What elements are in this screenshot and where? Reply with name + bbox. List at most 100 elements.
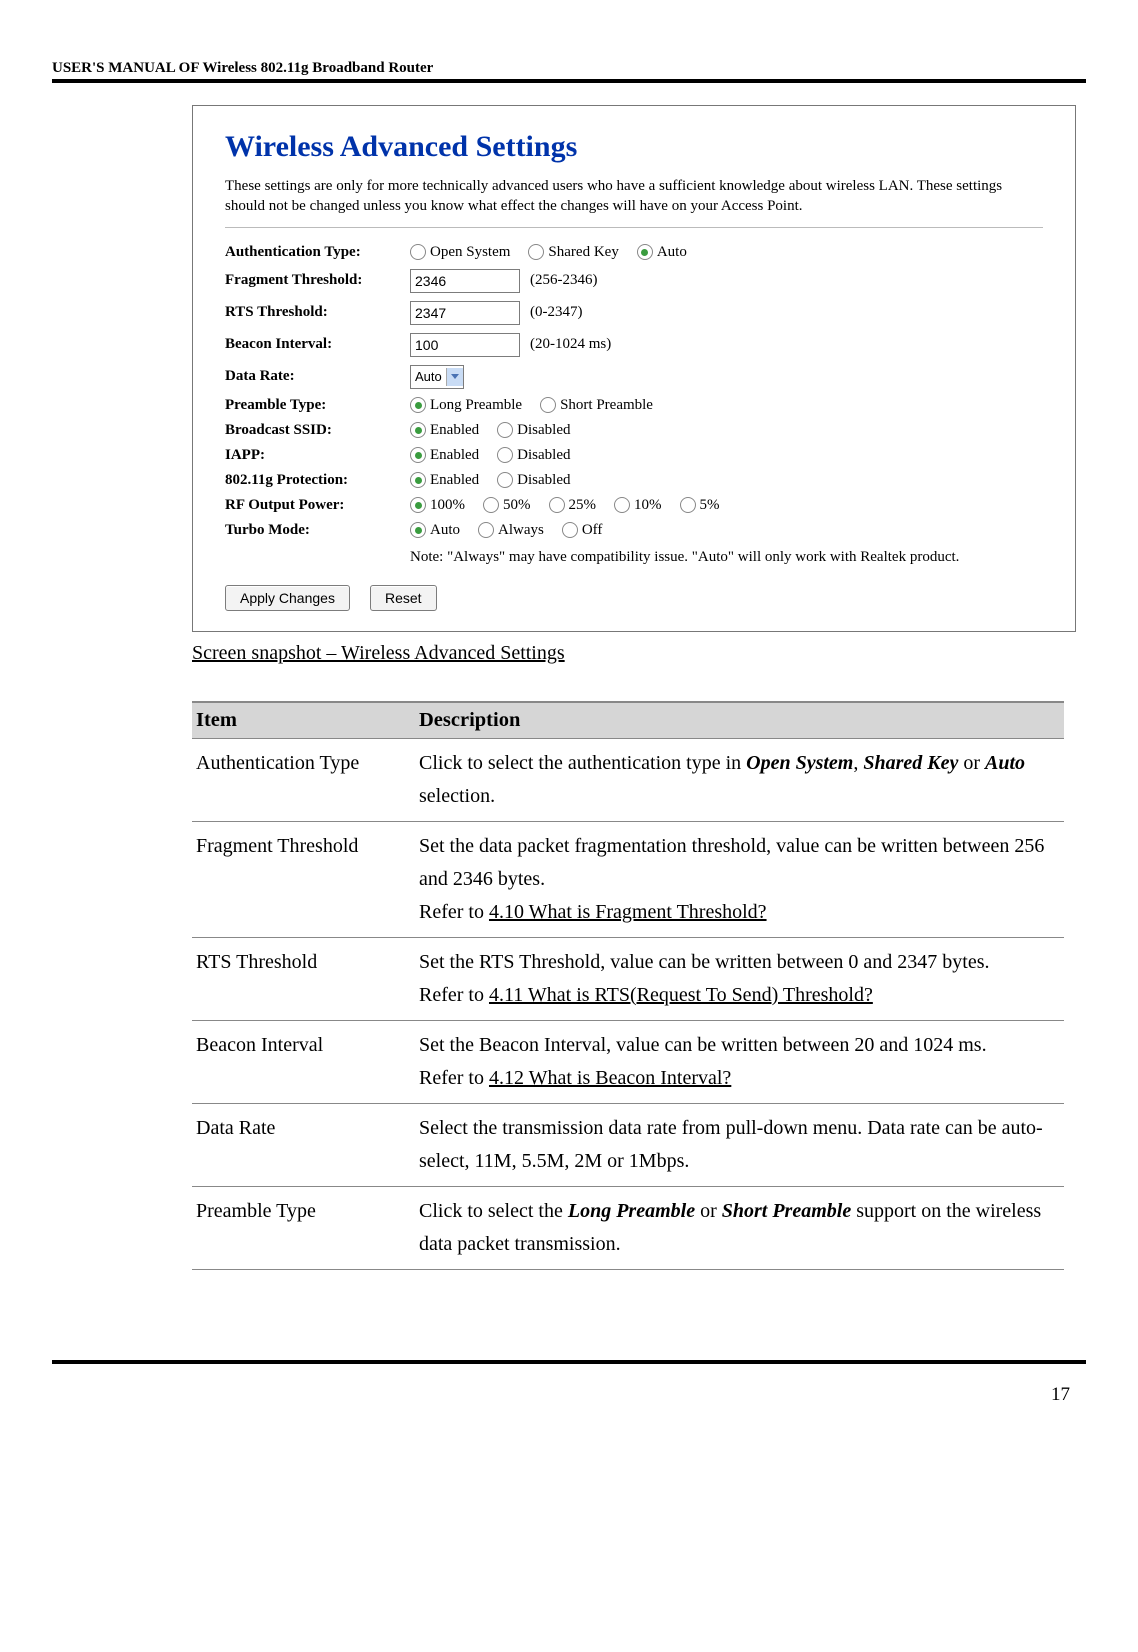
turbo-note: Note: "Always" may have compatibility is… xyxy=(410,547,1043,567)
table-row: Fragment ThresholdSet the data packet fr… xyxy=(192,821,1064,937)
apply-changes-button[interactable]: Apply Changes xyxy=(225,585,350,611)
chevron-down-icon xyxy=(446,368,463,386)
radio-label-turbo-auto: Auto xyxy=(430,522,460,539)
range-rts-threshold: (0-2347) xyxy=(530,304,583,321)
table-row: Beacon IntervalSet the Beacon Interval, … xyxy=(192,1020,1064,1103)
radio-label-open-system: Open System xyxy=(430,244,510,261)
radio-rf-25[interactable] xyxy=(549,497,565,513)
radio-rf-5[interactable] xyxy=(680,497,696,513)
table-row: RTS ThresholdSet the RTS Threshold, valu… xyxy=(192,937,1064,1020)
label-data-rate: Data Rate: xyxy=(225,368,410,385)
row-preamble-type: Preamble Type: Long Preamble Short Pream… xyxy=(225,397,1043,414)
radio-label-ssid-disabled: Disabled xyxy=(517,422,570,439)
radio-label-protection-disabled: Disabled xyxy=(517,472,570,489)
table-cell-item: Data Rate xyxy=(192,1103,415,1186)
radio-rf-100[interactable] xyxy=(410,497,426,513)
range-beacon-interval: (20-1024 ms) xyxy=(530,336,611,353)
radio-shared-key[interactable] xyxy=(528,244,544,260)
row-authentication-type: Authentication Type: Open System Shared … xyxy=(225,244,1043,261)
radio-protection-disabled[interactable] xyxy=(497,472,513,488)
radio-label-short-preamble: Short Preamble xyxy=(560,397,653,414)
table-cell-item: Beacon Interval xyxy=(192,1020,415,1103)
row-iapp: IAPP: Enabled Disabled xyxy=(225,447,1043,464)
screenshot-caption: Screen snapshot – Wireless Advanced Sett… xyxy=(192,642,1076,665)
table-header-description: Description xyxy=(415,702,1064,739)
table-cell-description: Click to select the authentication type … xyxy=(415,738,1064,821)
radio-label-ssid-enabled: Enabled xyxy=(430,422,479,439)
radio-label-turbo-off: Off xyxy=(582,522,603,539)
radio-turbo-always[interactable] xyxy=(478,522,494,538)
radio-label-protection-enabled: Enabled xyxy=(430,472,479,489)
header-rule xyxy=(52,79,1086,83)
radio-label-iapp-disabled: Disabled xyxy=(517,447,570,464)
table-row: Preamble TypeClick to select the Long Pr… xyxy=(192,1186,1064,1269)
reset-button[interactable]: Reset xyxy=(370,585,437,611)
page-footer: 17 xyxy=(52,1360,1086,1406)
radio-label-rf-100: 100% xyxy=(430,497,465,514)
radio-iapp-disabled[interactable] xyxy=(497,447,513,463)
screenshot-title: Wireless Advanced Settings xyxy=(225,130,1043,164)
table-header-item: Item xyxy=(192,702,415,739)
row-data-rate: Data Rate: Auto xyxy=(225,365,1043,389)
radio-rf-50[interactable] xyxy=(483,497,499,513)
description-table: Item Description Authentication TypeClic… xyxy=(192,701,1064,1270)
radio-ssid-disabled[interactable] xyxy=(497,422,513,438)
radio-label-long-preamble: Long Preamble xyxy=(430,397,522,414)
page-number: 17 xyxy=(1051,1384,1070,1405)
radio-label-rf-5: 5% xyxy=(700,497,720,514)
select-data-rate-value: Auto xyxy=(415,369,442,384)
table-cell-description: Set the Beacon Interval, value can be wr… xyxy=(415,1020,1064,1103)
row-fragment-threshold: Fragment Threshold: (256-2346) xyxy=(225,269,1043,293)
screenshot-rule xyxy=(225,227,1043,228)
radio-protection-enabled[interactable] xyxy=(410,472,426,488)
radio-short-preamble[interactable] xyxy=(540,397,556,413)
table-cell-description: Click to select the Long Preamble or Sho… xyxy=(415,1186,1064,1269)
row-broadcast-ssid: Broadcast SSID: Enabled Disabled xyxy=(225,422,1043,439)
radio-label-rf-10: 10% xyxy=(634,497,662,514)
input-beacon-interval[interactable] xyxy=(410,333,520,357)
label-preamble-type: Preamble Type: xyxy=(225,397,410,414)
table-cell-description: Select the transmission data rate from p… xyxy=(415,1103,1064,1186)
table-cell-item: RTS Threshold xyxy=(192,937,415,1020)
radio-label-auto: Auto xyxy=(657,244,687,261)
radio-label-rf-25: 25% xyxy=(569,497,597,514)
label-broadcast-ssid: Broadcast SSID: xyxy=(225,422,410,439)
radio-label-shared-key: Shared Key xyxy=(548,244,618,261)
label-beacon-interval: Beacon Interval: xyxy=(225,336,410,353)
label-turbo-mode: Turbo Mode: xyxy=(225,522,410,539)
label-protection: 802.11g Protection: xyxy=(225,472,410,489)
table-row: Data RateSelect the transmission data ra… xyxy=(192,1103,1064,1186)
label-fragment-threshold: Fragment Threshold: xyxy=(225,272,410,289)
table-cell-item: Fragment Threshold xyxy=(192,821,415,937)
row-rts-threshold: RTS Threshold: (0-2347) xyxy=(225,301,1043,325)
radio-open-system[interactable] xyxy=(410,244,426,260)
radio-label-iapp-enabled: Enabled xyxy=(430,447,479,464)
label-authentication-type: Authentication Type: xyxy=(225,244,410,261)
label-rf-output-power: RF Output Power: xyxy=(225,497,410,514)
page-header: USER'S MANUAL OF Wireless 802.11g Broadb… xyxy=(52,60,1086,79)
radio-auto[interactable] xyxy=(637,244,653,260)
input-fragment-threshold[interactable] xyxy=(410,269,520,293)
table-cell-description: Set the data packet fragmentation thresh… xyxy=(415,821,1064,937)
input-rts-threshold[interactable] xyxy=(410,301,520,325)
radio-rf-10[interactable] xyxy=(614,497,630,513)
radio-label-rf-50: 50% xyxy=(503,497,531,514)
select-data-rate[interactable]: Auto xyxy=(410,365,464,389)
label-rts-threshold: RTS Threshold: xyxy=(225,304,410,321)
radio-long-preamble[interactable] xyxy=(410,397,426,413)
screenshot-panel: Wireless Advanced Settings These setting… xyxy=(192,105,1076,632)
row-beacon-interval: Beacon Interval: (20-1024 ms) xyxy=(225,333,1043,357)
label-iapp: IAPP: xyxy=(225,447,410,464)
table-cell-item: Authentication Type xyxy=(192,738,415,821)
radio-turbo-off[interactable] xyxy=(562,522,578,538)
range-fragment-threshold: (256-2346) xyxy=(530,272,598,289)
screenshot-description: These settings are only for more technic… xyxy=(225,176,1043,217)
row-rf-output-power: RF Output Power: 100% 50% 25% 10% 5% xyxy=(225,497,1043,514)
radio-turbo-auto[interactable] xyxy=(410,522,426,538)
radio-iapp-enabled[interactable] xyxy=(410,447,426,463)
radio-ssid-enabled[interactable] xyxy=(410,422,426,438)
radio-label-turbo-always: Always xyxy=(498,522,544,539)
row-protection: 802.11g Protection: Enabled Disabled xyxy=(225,472,1043,489)
row-turbo-mode: Turbo Mode: Auto Always Off xyxy=(225,522,1043,539)
table-cell-item: Preamble Type xyxy=(192,1186,415,1269)
